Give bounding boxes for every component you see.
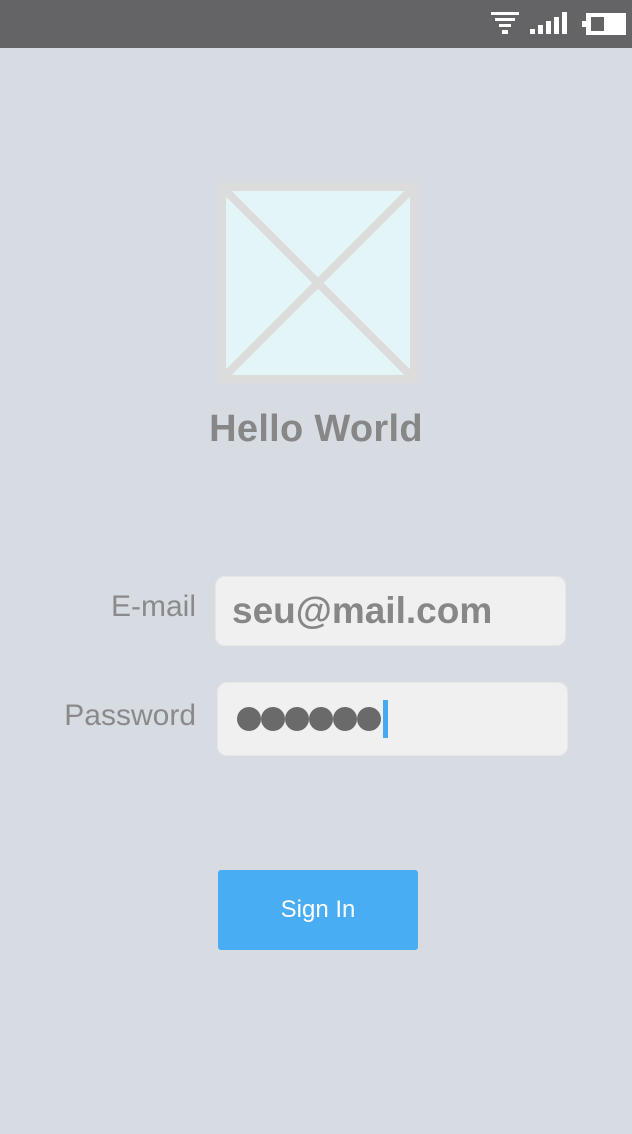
wifi-icon bbox=[491, 12, 519, 34]
text-cursor bbox=[383, 700, 388, 738]
password-dot bbox=[285, 707, 309, 731]
status-bar bbox=[0, 0, 632, 48]
password-dot bbox=[261, 707, 285, 731]
email-field[interactable]: seu@mail.com bbox=[215, 576, 566, 646]
email-value: seu@mail.com bbox=[232, 590, 493, 631]
page-title: Hello World bbox=[209, 408, 423, 450]
password-dot bbox=[357, 707, 381, 731]
email-label: E-mail bbox=[110, 590, 196, 623]
password-field[interactable] bbox=[217, 682, 568, 756]
password-label: Password bbox=[64, 699, 196, 732]
sign-in-button[interactable]: Sign In bbox=[218, 870, 418, 950]
signal-icon bbox=[530, 12, 567, 34]
password-dot bbox=[333, 707, 357, 731]
image-placeholder-icon bbox=[218, 183, 418, 383]
password-dot bbox=[309, 707, 333, 731]
password-mask bbox=[237, 707, 381, 731]
password-dot bbox=[237, 707, 261, 731]
battery-icon bbox=[582, 13, 626, 35]
